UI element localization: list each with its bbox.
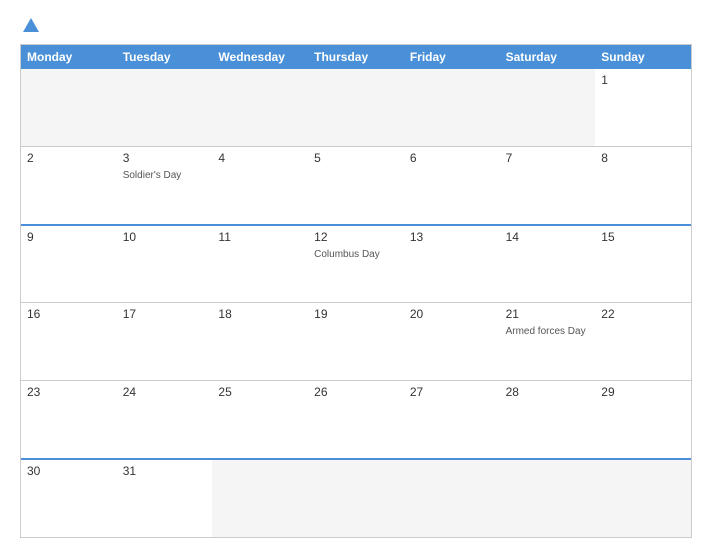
calendar-cell: 18 — [212, 303, 308, 380]
calendar-cell: 4 — [212, 147, 308, 224]
calendar-cell: 15 — [595, 226, 691, 303]
calendar-cell: 5 — [308, 147, 404, 224]
calendar-cell-number: 26 — [314, 385, 398, 399]
calendar-header-cell: Monday — [21, 45, 117, 69]
calendar-cell-number: 13 — [410, 230, 494, 244]
calendar-row: 9 10 11 12 Columbus Day 13 14 15 — [21, 224, 691, 303]
logo — [20, 18, 43, 34]
calendar-header-cell: Thursday — [308, 45, 404, 69]
page: MondayTuesdayWednesdayThursdayFridaySatu… — [0, 0, 712, 550]
logo-triangle-icon — [23, 18, 39, 32]
calendar-cell: 26 — [308, 381, 404, 458]
calendar-cell-number: 14 — [506, 230, 590, 244]
calendar-header-cell: Sunday — [595, 45, 691, 69]
calendar-cell — [308, 460, 404, 537]
calendar-cell-number: 1 — [601, 73, 685, 87]
calendar-cell: 24 — [117, 381, 213, 458]
calendar-cell-number: 29 — [601, 385, 685, 399]
calendar-cell-number: 23 — [27, 385, 111, 399]
calendar-cell-event: Soldier's Day — [123, 170, 182, 181]
calendar-row: 16 17 18 19 20 21 Armed forces Day 22 — [21, 302, 691, 380]
calendar-cell-number: 22 — [601, 307, 685, 321]
calendar-row: 23 Soldier's Day 45678 — [21, 146, 691, 224]
calendar-row: 1 — [21, 69, 691, 146]
calendar-cell — [212, 69, 308, 146]
calendar-cell — [500, 69, 596, 146]
calendar-cell — [595, 460, 691, 537]
calendar-cell — [117, 69, 213, 146]
calendar-cell-number: 19 — [314, 307, 398, 321]
calendar-row: 23 24 25 26 27 28 29 — [21, 380, 691, 458]
calendar-cell-number: 2 — [27, 151, 111, 165]
calendar-cell-number: 18 — [218, 307, 302, 321]
calendar-cell: 1 — [595, 69, 691, 146]
calendar-cell-number: 21 — [506, 307, 590, 321]
calendar-cell: 7 — [500, 147, 596, 224]
calendar-cell — [404, 460, 500, 537]
calendar-cell-number: 6 — [410, 151, 494, 165]
calendar-cell: 25 — [212, 381, 308, 458]
calendar-cell-event: Columbus Day — [314, 249, 380, 260]
calendar-cell: 20 — [404, 303, 500, 380]
calendar-cell-event: Armed forces Day — [506, 326, 586, 337]
calendar-cell: 22 — [595, 303, 691, 380]
calendar-cell: 2 — [21, 147, 117, 224]
calendar-cell-number: 9 — [27, 230, 111, 244]
calendar-cell — [500, 460, 596, 537]
calendar-cell-number: 11 — [218, 230, 302, 244]
calendar-cell-number: 30 — [27, 464, 111, 478]
calendar-cell-number: 20 — [410, 307, 494, 321]
calendar-cell: 23 — [21, 381, 117, 458]
calendar-cell — [21, 69, 117, 146]
calendar-cell-number: 25 — [218, 385, 302, 399]
calendar-cell: 27 — [404, 381, 500, 458]
calendar-cell: 14 — [500, 226, 596, 303]
calendar-row: 30 31 — [21, 458, 691, 537]
calendar-cell: 17 — [117, 303, 213, 380]
calendar-cell — [212, 460, 308, 537]
calendar-cell-number: 28 — [506, 385, 590, 399]
calendar-cell: 12 Columbus Day — [308, 226, 404, 303]
calendar-cell: 29 — [595, 381, 691, 458]
calendar-cell-number: 10 — [123, 230, 207, 244]
calendar-cell — [308, 69, 404, 146]
calendar-cell-number: 7 — [506, 151, 590, 165]
calendar-body: 123Soldier's Day456789101112Columbus Day… — [21, 69, 691, 537]
calendar-cell-number: 27 — [410, 385, 494, 399]
calendar-cell: 11 — [212, 226, 308, 303]
calendar-cell: 10 — [117, 226, 213, 303]
calendar-cell-number: 16 — [27, 307, 111, 321]
calendar-cell-number: 31 — [123, 464, 207, 478]
calendar-cell-number: 8 — [601, 151, 685, 165]
calendar-cell: 21 Armed forces Day — [500, 303, 596, 380]
calendar-cell: 8 — [595, 147, 691, 224]
calendar-cell: 13 — [404, 226, 500, 303]
calendar-cell-number: 17 — [123, 307, 207, 321]
calendar-cell-number: 4 — [218, 151, 302, 165]
calendar-cell: 16 — [21, 303, 117, 380]
calendar-header: MondayTuesdayWednesdayThursdayFridaySatu… — [21, 45, 691, 69]
calendar-header-cell: Tuesday — [117, 45, 213, 69]
calendar-cell: 9 — [21, 226, 117, 303]
calendar-cell: 19 — [308, 303, 404, 380]
calendar-cell: 3 Soldier's Day — [117, 147, 213, 224]
calendar-cell: 28 — [500, 381, 596, 458]
calendar-header-cell: Saturday — [500, 45, 596, 69]
calendar-header-cell: Friday — [404, 45, 500, 69]
calendar-cell-number: 12 — [314, 230, 398, 244]
calendar: MondayTuesdayWednesdayThursdayFridaySatu… — [20, 44, 692, 538]
calendar-header-cell: Wednesday — [212, 45, 308, 69]
calendar-cell-number: 24 — [123, 385, 207, 399]
calendar-cell: 31 — [117, 460, 213, 537]
calendar-cell: 30 — [21, 460, 117, 537]
calendar-cell — [404, 69, 500, 146]
calendar-cell-number: 5 — [314, 151, 398, 165]
calendar-cell: 6 — [404, 147, 500, 224]
calendar-cell-number: 15 — [601, 230, 685, 244]
calendar-cell-number: 3 — [123, 151, 207, 165]
header — [20, 18, 692, 34]
